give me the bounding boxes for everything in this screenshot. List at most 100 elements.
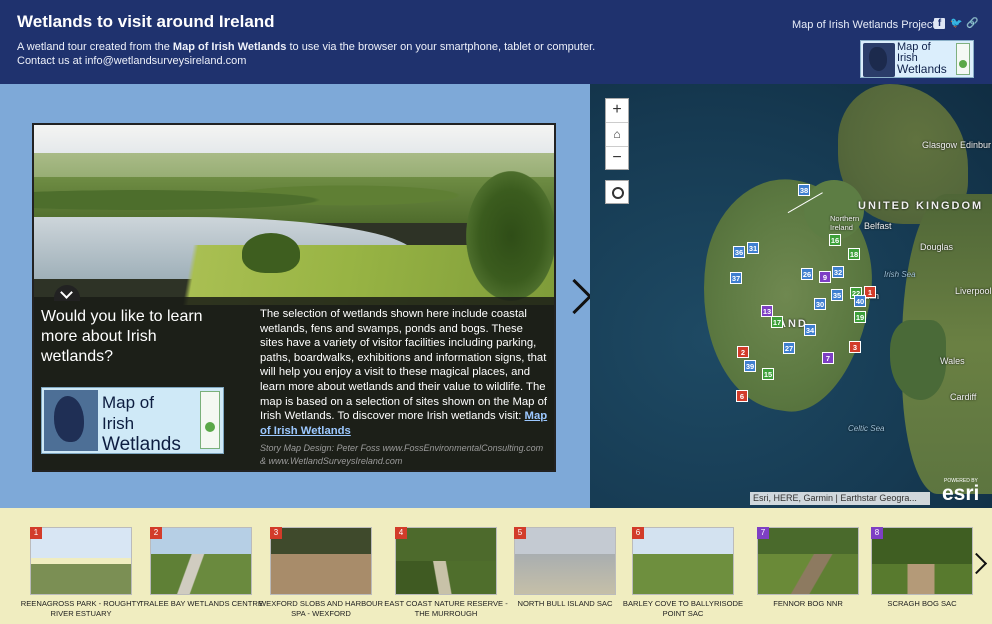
item-number: 5 xyxy=(514,527,526,539)
item-thumbnail xyxy=(270,527,372,595)
map-pin-40[interactable]: 40 xyxy=(854,295,866,307)
label-belfast: Belfast xyxy=(864,221,892,231)
map-view[interactable]: Glasgow Edinbur UNITED KINGDOM Northern … xyxy=(590,84,992,508)
story-logo-line-2: Irish xyxy=(102,414,135,433)
map-pin-6[interactable]: 6 xyxy=(736,390,748,402)
story-logo-line-3: Wetlands xyxy=(102,434,181,454)
map-pin-17[interactable]: 17 xyxy=(771,316,783,328)
item-thumbnail xyxy=(632,527,734,595)
carousel-item[interactable]: 1 REENAGROSS PARK - ROUGHTY RIVER ESTUAR… xyxy=(21,527,141,623)
item-caption: REENAGROSS PARK - ROUGHTY RIVER ESTUARY xyxy=(20,599,142,618)
carousel-item[interactable]: 4 EAST COAST NATURE RESERVE - THE MURROU… xyxy=(384,527,508,623)
item-number: 6 xyxy=(632,527,644,539)
item-number: 4 xyxy=(395,527,407,539)
item-thumbnail xyxy=(757,527,859,595)
project-link[interactable]: Map of Irish Wetlands Project xyxy=(792,19,935,31)
zoom-in-button[interactable]: + xyxy=(606,99,628,123)
map-pin-38[interactable]: 38 xyxy=(798,184,810,196)
item-number: 3 xyxy=(270,527,282,539)
label-uk: UNITED KINGDOM xyxy=(858,200,984,212)
story-body-text: The selection of wetlands shown here inc… xyxy=(260,308,547,423)
item-thumbnail xyxy=(871,527,973,595)
label-glasgow: Glasgow xyxy=(922,140,958,150)
carousel-item[interactable]: 8 SCRAGH BOG SAC xyxy=(871,527,973,623)
map-pin-32[interactable]: 32 xyxy=(832,266,844,278)
description-prefix: A wetland tour created from the xyxy=(17,41,173,53)
logo-line-3: Wetlands xyxy=(897,62,947,76)
link-icon[interactable]: 🔗 xyxy=(966,18,978,29)
carousel-item[interactable]: 2 TRALEE BAY WETLANDS CENTRE xyxy=(139,527,263,623)
story-logo-text: Map of Irish Wetlands xyxy=(102,392,181,454)
item-number: 2 xyxy=(150,527,162,539)
map-pin-31[interactable]: 31 xyxy=(747,242,759,254)
carousel-item[interactable]: 7 FENNOR BOG NNR xyxy=(757,527,859,623)
facebook-icon[interactable]: f xyxy=(934,18,945,29)
item-caption: FENNOR BOG NNR xyxy=(773,599,843,608)
map-pin-35[interactable]: 35 xyxy=(831,289,843,301)
item-number: 7 xyxy=(757,527,769,539)
item-caption: EAST COAST NATURE RESERVE - THE MURROUGH xyxy=(384,599,508,618)
label-northern-ireland: Northern Ireland xyxy=(830,214,860,232)
home-icon[interactable]: ⌂ xyxy=(606,123,628,147)
thumbnail-carousel: 1 REENAGROSS PARK - ROUGHTY RIVER ESTUAR… xyxy=(0,508,992,624)
item-caption: BARLEY COVE TO BALLYRISODE POINT SAC xyxy=(622,599,744,618)
header-logo-text: Map of Irish Wetlands xyxy=(897,42,947,76)
map-pin-30[interactable]: 30 xyxy=(814,298,826,310)
map-pin-37[interactable]: 37 xyxy=(730,272,742,284)
story-question: Would you like to learn more about Irish… xyxy=(41,308,203,365)
map-pin-15[interactable]: 15 xyxy=(762,368,774,380)
map-pin-36[interactable]: 36 xyxy=(733,246,745,258)
item-thumbnail xyxy=(514,527,616,595)
map-attribution: Esri, HERE, Garmin | Earthstar Geogra... xyxy=(750,492,930,505)
story-panel: Would you like to learn more about Irish… xyxy=(0,84,590,508)
zoom-control: + ⌂ − xyxy=(605,98,629,170)
ireland-map-icon xyxy=(863,43,895,77)
carousel-item[interactable]: 5 NORTH BULL ISLAND SAC xyxy=(514,527,616,623)
esri-logo[interactable]: POWERED BY esri xyxy=(940,478,990,506)
item-caption: NORTH BULL ISLAND SAC xyxy=(517,599,613,608)
carousel-item[interactable]: 3 WEXFORD SLOBS AND HARBOUR SPA - WEXFOR… xyxy=(259,527,383,623)
chevron-right-icon[interactable] xyxy=(969,551,985,577)
map-pin-19[interactable]: 19 xyxy=(854,311,866,323)
photo-island xyxy=(242,233,300,273)
label-douglas: Douglas xyxy=(920,242,954,252)
map-pin-34[interactable]: 34 xyxy=(804,324,816,336)
item-thumbnail xyxy=(395,527,497,595)
carousel-item[interactable]: 6 BARLEY COVE TO BALLYRISODE POINT SAC xyxy=(623,527,743,623)
zoom-out-button[interactable]: − xyxy=(606,147,628,171)
map-pin-39[interactable]: 39 xyxy=(744,360,756,372)
header-logo[interactable]: Map of Irish Wetlands xyxy=(860,40,974,78)
map-pin-18[interactable]: 18 xyxy=(848,248,860,260)
label-irish-sea: Irish Sea xyxy=(884,270,916,279)
twitter-icon[interactable]: 🐦 xyxy=(950,18,962,29)
story-logo-line-1: Map of xyxy=(102,393,154,412)
label-celtic-sea: Celtic Sea xyxy=(848,424,885,433)
story-credit: Story Map Design: Peter Foss www.FossEnv… xyxy=(260,443,544,467)
map-pin-2[interactable]: 2 xyxy=(737,346,749,358)
ireland-map-icon xyxy=(44,390,98,451)
app-title: Wetlands to visit around Ireland xyxy=(17,12,275,31)
map-pin-9[interactable]: 9 xyxy=(819,271,831,283)
item-caption: WEXFORD SLOBS AND HARBOUR SPA - WEXFORD xyxy=(258,599,384,618)
description-suffix: to use via the browser on your smartphon… xyxy=(286,41,596,53)
item-caption: SCRAGH BOG SAC xyxy=(887,599,957,608)
item-number: 1 xyxy=(30,527,42,539)
map-pin-27[interactable]: 27 xyxy=(783,342,795,354)
chevron-right-icon[interactable] xyxy=(562,277,584,317)
map-pin-16[interactable]: 16 xyxy=(829,234,841,246)
map-pin-26[interactable]: 26 xyxy=(801,268,813,280)
label-liverpool: Liverpool xyxy=(955,286,992,296)
photo-tree xyxy=(466,171,554,301)
story-logo[interactable]: Map of Irish Wetlands xyxy=(41,387,224,454)
app-description: A wetland tour created from the Map of I… xyxy=(17,40,617,68)
locate-icon[interactable] xyxy=(605,180,629,204)
map-pin-3[interactable]: 3 xyxy=(849,341,861,353)
label-wales: Wales xyxy=(940,356,965,366)
item-caption: TRALEE BAY WETLANDS CENTRE xyxy=(139,599,263,608)
item-thumbnail xyxy=(30,527,132,595)
story-body: The selection of wetlands shown here inc… xyxy=(260,307,548,468)
logo-badge-icon xyxy=(200,391,220,449)
label-cardiff: Cardiff xyxy=(950,392,977,402)
item-number: 8 xyxy=(871,527,883,539)
map-pin-7[interactable]: 7 xyxy=(822,352,834,364)
